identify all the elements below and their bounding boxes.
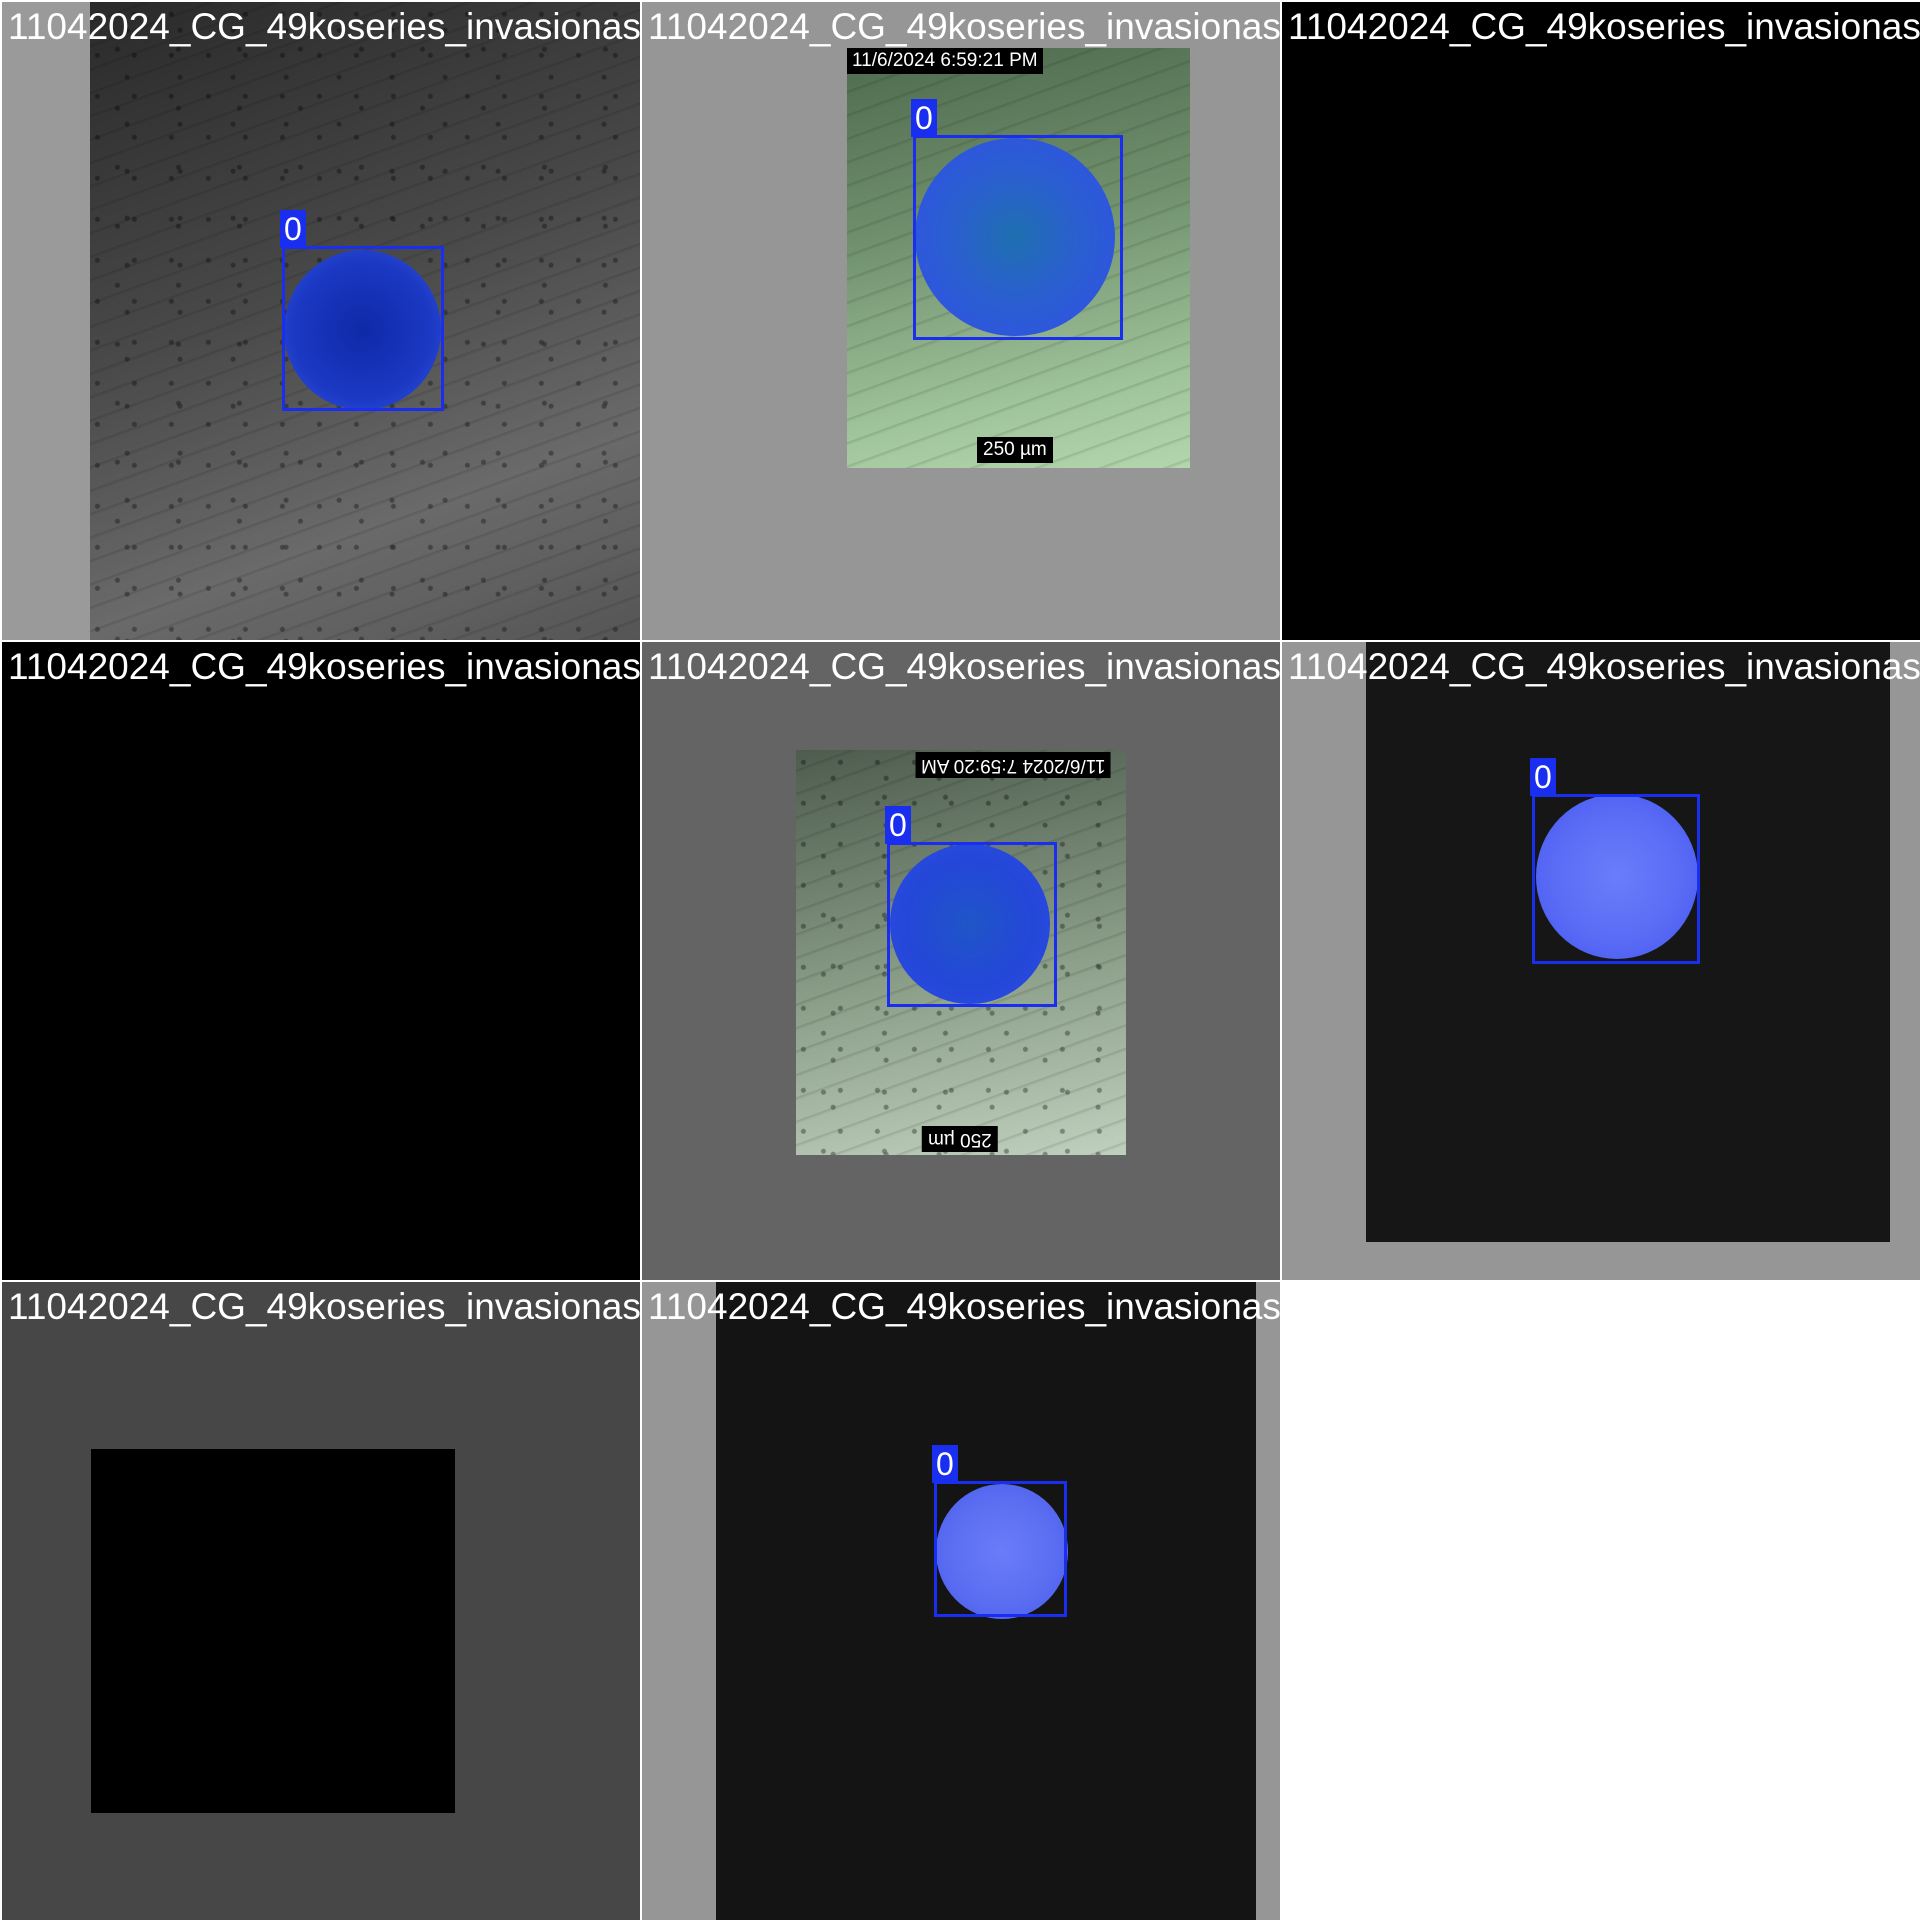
tile-7: 11042024_CG_49koseries_invasionassay 49	[2, 1282, 640, 1920]
detection-label: 0	[932, 1445, 958, 1483]
timestamp: 11/6/2024 7:59:20 AM	[916, 752, 1111, 778]
tile-1: 0 11042024_CG_49koseries_invasionassay 4…	[2, 2, 640, 640]
detection-box	[913, 135, 1123, 340]
tile-title: 11042024_CG_49koseries_invasionassay 49	[648, 646, 1280, 687]
tile-8: 0 11042024_CG_49koseries_invasionassay 4…	[642, 1282, 1280, 1920]
image-grid: 0 11042024_CG_49koseries_invasionassay 4…	[0, 0, 1920, 1920]
detection-box	[282, 246, 444, 411]
tile-6: 0 11042024_CG_49koseries_invasionassay 4…	[1282, 642, 1920, 1280]
micrograph-7	[91, 1449, 455, 1813]
detection-box	[1532, 794, 1700, 964]
tile-2: 11/6/2024 6:59:21 PM 0 250 µm 11042024_C…	[642, 2, 1280, 640]
detection-label: 0	[1530, 758, 1556, 796]
tile-title: 11042024_CG_49koseries_invasionassay 49	[8, 646, 640, 687]
tile-3: 11042024_CG_49koseries_invasionassay 49	[1282, 2, 1920, 640]
tile-title: 11042024_CG_49koseries_invasionassay 49	[1288, 6, 1920, 47]
detection-label: 0	[911, 99, 937, 137]
timestamp: 11/6/2024 6:59:21 PM	[847, 48, 1043, 74]
scale-bar: 250 µm	[977, 437, 1053, 463]
tile-title: 11042024_CG_49koseries_invasionassay 49	[8, 1286, 640, 1327]
detection-box	[887, 842, 1057, 1007]
detection-box	[934, 1481, 1067, 1617]
scale-bar: 250 µm	[922, 1126, 998, 1152]
tile-4: 11042024_CG_49koseries_invasionassay 49	[2, 642, 640, 1280]
tile-5: 11/6/2024 7:59:20 AM 0 250 µm 11042024_C…	[642, 642, 1280, 1280]
detection-label: 0	[885, 806, 911, 844]
tile-title: 11042024_CG_49koseries_invasionassay 49	[648, 6, 1280, 47]
detection-label: 0	[280, 210, 306, 248]
